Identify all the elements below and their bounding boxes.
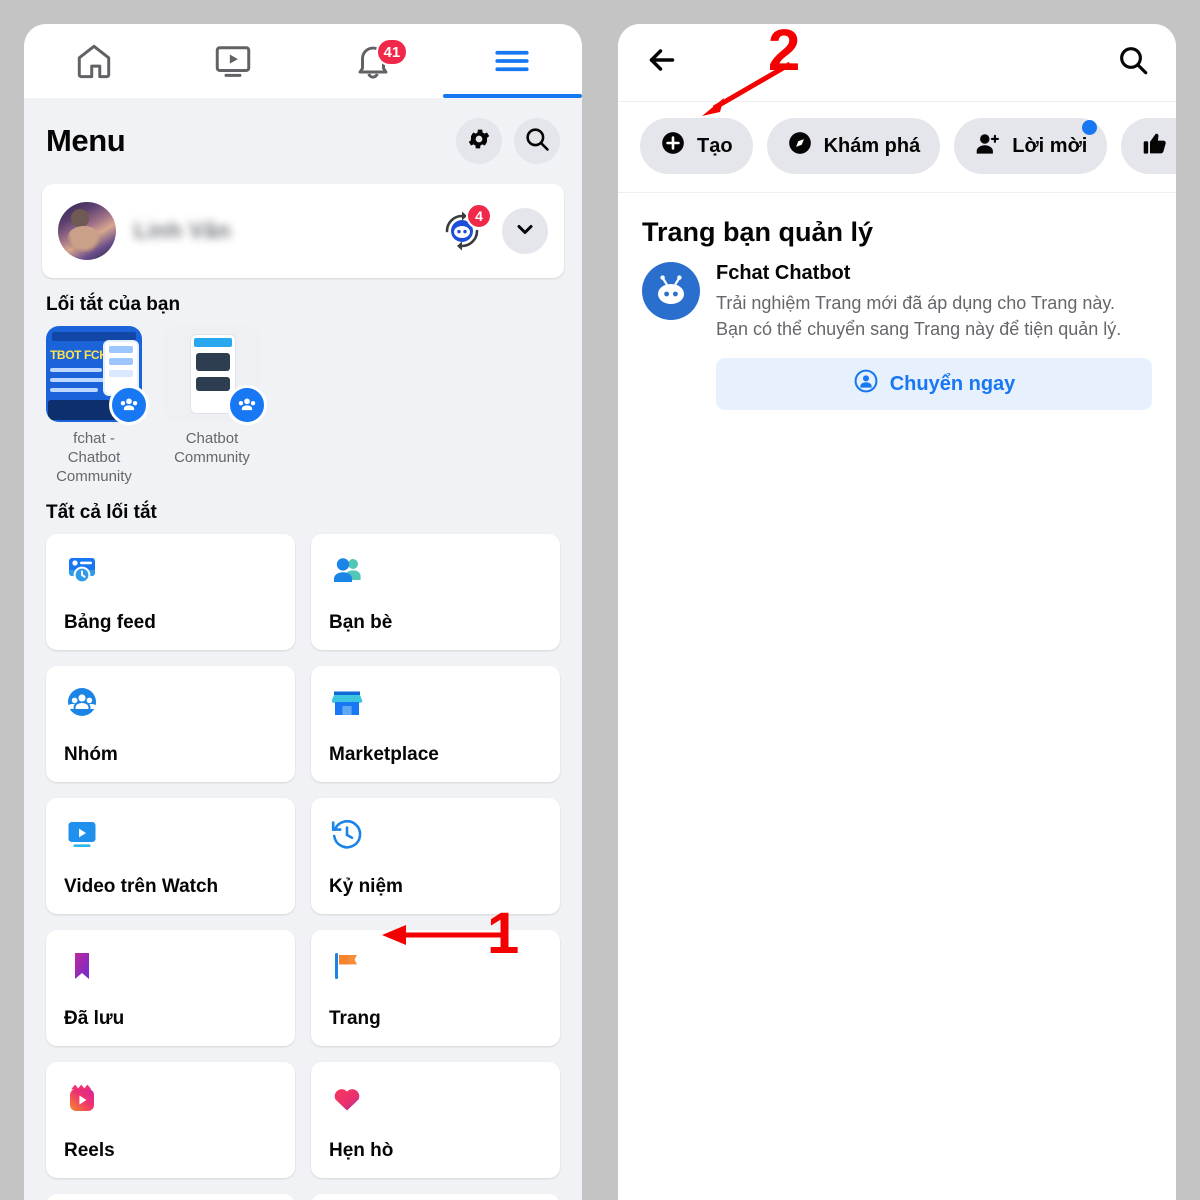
tab-notifications[interactable]: 41 [303,24,443,98]
chip-label: Khám phá [823,134,921,157]
chip-label: Lời mời [1012,134,1088,157]
screenshot-stage: 41 Menu Linh Vân 4 Lối tắt của bạn TBOT … [0,0,1200,1200]
menu-header: Menu [24,98,582,178]
switch-profile-icon [438,211,486,259]
managed-page-body: Fchat Chatbot Trải nghiệm Trang mới đã á… [716,262,1152,411]
expand-profile-button[interactable] [502,208,548,254]
page-name: Fchat Chatbot [716,262,851,284]
avatar [58,202,116,260]
shortcuts-heading: Lối tắt của bạn [46,294,181,315]
managed-page-row: Fchat Chatbot Trải nghiệm Trang mới đã á… [618,262,1176,411]
pages-filter-chips: Tạo Khám phá Lời mời [618,102,1176,193]
groups-badge-icon [109,385,149,425]
switch-profile-icon [853,368,879,400]
tile-nhom[interactable]: Nhóm [46,666,295,783]
home-icon [73,40,115,82]
chip-notification-dot [1082,120,1098,135]
shortcut-thumbnail [164,326,267,425]
hamburger-menu-icon [490,39,534,83]
profile-card[interactable]: Linh Vân 4 [42,184,564,278]
shortcut-label: Chatbot Community [174,430,250,466]
search-button[interactable] [514,118,560,164]
shortcut-tile-grid: Bảng feed Bạn bè Nhóm Marketplace Video … [24,534,582,1200]
compass-icon [787,130,813,162]
video-icon [212,40,254,82]
page-description: Trải nghiệm Trang mới đã áp dụng cho Tra… [716,293,1122,339]
search-icon[interactable] [1116,43,1150,82]
tile-bang-feed[interactable]: Bảng feed [46,534,295,651]
chip-tao[interactable]: Tạo [640,118,753,174]
dating-heart-icon [329,1078,542,1118]
tile-label: Đã lưu [64,1008,125,1030]
shortcuts-list: TBOT FCHAT fchat - Chatbot Community Cha… [24,326,582,486]
tile-label: Nhóm [64,744,118,766]
search-icon [523,125,551,158]
switch-profile-button[interactable]: 4 [438,203,492,255]
reels-icon [64,1078,277,1118]
settings-button[interactable] [456,118,502,164]
tile-label: Video trên Watch [64,876,219,898]
shortcut-thumbnail: TBOT FCHAT [46,326,149,425]
tile-label: Marketplace [329,744,439,766]
notifications-badge: 41 [375,38,409,66]
thumbs-up-icon [1141,130,1168,163]
tile-label: Kỷ niệm [329,876,403,898]
right-phone-panel: Tạo Khám phá Lời mời Trang bạn quản lý F… [618,24,1176,1200]
shortcut-label: fchat - Chatbot Community [56,430,132,485]
tile-ky-niem[interactable]: Kỷ niệm [311,798,560,915]
person-add-icon [974,130,1001,163]
tab-menu[interactable] [442,24,582,98]
groups-badge-icon [227,385,267,425]
newsfeed-clock-icon [64,550,277,590]
facebook-top-tabbar: 41 [24,24,582,98]
tile-marketplace[interactable]: Marketplace [311,666,560,783]
tile-label: Trang [329,1008,381,1030]
tab-watch[interactable] [164,24,304,98]
bookmark-icon [64,946,277,986]
tile-da-luu[interactable]: Đã lưu [46,930,295,1047]
switch-profile-badge: 4 [466,203,492,229]
tile-label: Bạn bè [329,612,393,634]
pages-topbar [618,24,1176,102]
tile-reels[interactable]: Reels [46,1062,295,1179]
chip-trang-da-thich[interactable]: Trang đã t [1121,118,1176,174]
pages-flag-icon [329,946,542,986]
memories-clock-icon [329,814,542,854]
chevron-down-icon [513,217,537,246]
profile-actions: 4 [438,203,548,255]
back-arrow-icon[interactable] [644,42,680,83]
active-tab-indicator [442,94,582,98]
switch-now-button[interactable]: Chuyển ngay [716,358,1152,411]
chip-kham-pha[interactable]: Khám phá [766,118,941,174]
all-shortcuts-heading: Tất cả lối tắt [46,502,157,524]
tile-label: Hẹn hò [329,1140,394,1162]
left-phone-panel: 41 Menu Linh Vân 4 Lối tắt của bạn TBOT … [24,24,582,1200]
friends-icon [329,550,542,590]
tile-hen-ho[interactable]: Hẹn hò [311,1062,560,1179]
page-avatar[interactable] [642,262,700,320]
header-actions [456,118,560,164]
switch-now-label: Chuyển ngay [889,372,1016,395]
tile-ban-be[interactable]: Bạn bè [311,534,560,651]
tile-label: Reels [64,1140,115,1162]
shortcut-item[interactable]: Chatbot Community [164,326,267,486]
watch-video-icon [64,814,277,854]
page-title: Menu [46,123,126,158]
tab-home[interactable] [24,24,164,98]
plus-circle-icon [660,130,686,162]
tile-choi-game[interactable]: Chơi game [311,1194,560,1200]
tile-trang[interactable]: Trang [311,930,560,1047]
groups-icon [64,682,277,722]
chip-loi-moi[interactable]: Lời mời [954,118,1108,174]
tile-video-tren-watch[interactable]: Video trên Watch [46,798,295,915]
section-title: Trang bạn quản lý [642,217,874,247]
gear-icon [466,126,492,157]
tile-label: Bảng feed [64,612,156,634]
shortcut-item[interactable]: TBOT FCHAT fchat - Chatbot Community [46,326,149,486]
tile-su-kien[interactable]: Sự kiện [46,1194,295,1200]
chip-label: Tạo [697,134,733,157]
profile-name: Linh Vân [134,218,231,243]
marketplace-icon [329,682,542,722]
